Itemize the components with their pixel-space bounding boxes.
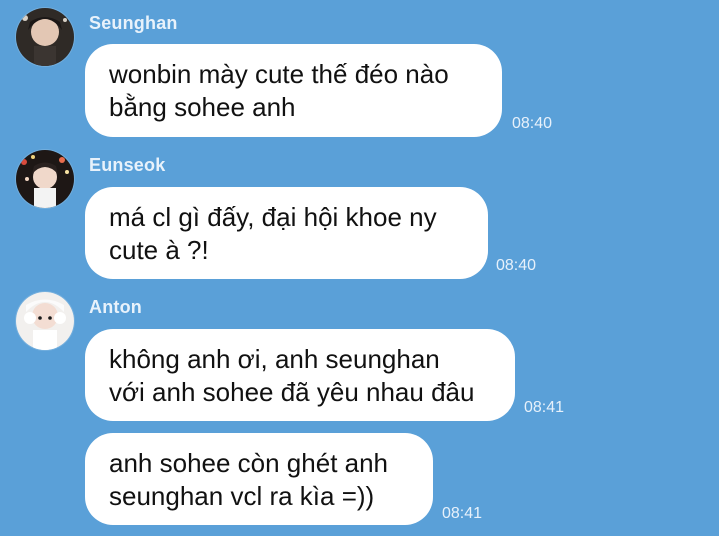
sender-name-anton: Anton: [89, 297, 142, 317]
profile-photo-icon: [16, 292, 74, 350]
message-line: bằng sohee anh: [109, 92, 296, 122]
message-time: 08:40: [512, 115, 553, 132]
avatar-seunghan[interactable]: [16, 8, 74, 66]
message-line: má cl gì đấy, đại hội khoe ny: [109, 202, 437, 232]
message-line: anh sohee còn ghét anh: [109, 448, 389, 478]
avatar-anton[interactable]: [16, 292, 74, 350]
profile-photo-icon: [16, 150, 74, 208]
message-text: anh sohee còn ghét anh seunghan vcl ra k…: [109, 447, 388, 513]
sender-name-seunghan: Seunghan: [89, 13, 178, 33]
message-line: cute à ?!: [109, 235, 209, 265]
sender-name-eunseok: Eunseok: [89, 155, 166, 175]
message-time: 08:41: [442, 505, 483, 522]
message-line: không anh ơi, anh seunghan: [109, 344, 440, 374]
message-bubble[interactable]: anh sohee còn ghét anh seunghan vcl ra k…: [85, 433, 433, 525]
message-text: wonbin mày cute thế đéo nào bằng sohee a…: [109, 58, 449, 124]
message-text: không anh ơi, anh seunghan với anh sohee…: [109, 343, 474, 409]
profile-photo-icon: [16, 8, 74, 66]
message-line: với anh sohee đã yêu nhau đâu: [109, 377, 475, 407]
message-line: wonbin mày cute thế đéo nào: [109, 59, 449, 89]
message-bubble[interactable]: wonbin mày cute thế đéo nào bằng sohee a…: [85, 44, 502, 137]
message-text: má cl gì đấy, đại hội khoe ny cute à ?!: [109, 201, 437, 267]
message-bubble[interactable]: má cl gì đấy, đại hội khoe ny cute à ?!: [85, 187, 488, 279]
avatar-eunseok[interactable]: [16, 150, 74, 208]
message-time: 08:41: [524, 399, 565, 416]
message-line: seunghan vcl ra kìa =)): [109, 481, 375, 511]
message-time: 08:40: [496, 257, 537, 274]
message-bubble[interactable]: không anh ơi, anh seunghan với anh sohee…: [85, 329, 515, 421]
